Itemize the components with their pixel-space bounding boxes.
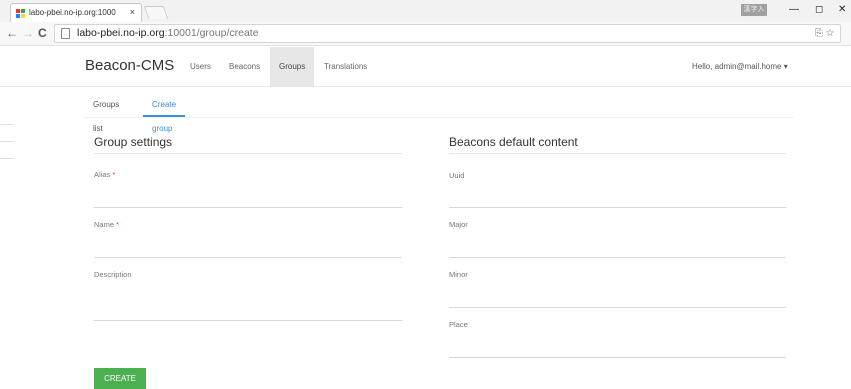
place-field[interactable] <box>449 357 786 358</box>
address-bar[interactable]: labo-pbei.no-ip.org:10001/group/create ⎘… <box>54 24 841 43</box>
uuid-field[interactable] <box>449 207 786 208</box>
divider <box>84 117 794 118</box>
brand-logo[interactable]: Beacon-CMS <box>85 57 174 74</box>
description-label: Description <box>94 270 132 279</box>
name-label: Name * <box>94 220 120 229</box>
divider <box>0 158 14 159</box>
url-path: :10001/group/create <box>164 27 259 39</box>
tab-groups-list[interactable]: Groups list <box>84 93 128 133</box>
minimize-icon[interactable]: — <box>789 4 799 15</box>
beacons-default-title: Beacons default content <box>449 135 578 149</box>
ime-badge: 漢字入力 <box>741 4 767 25</box>
back-arrow-icon[interactable]: ← <box>6 26 18 40</box>
favicon-icon <box>16 9 25 18</box>
description-field[interactable] <box>94 320 402 321</box>
required-mark: * <box>116 220 120 229</box>
create-button[interactable]: CREATE <box>94 368 146 389</box>
minor-label: Minor <box>449 270 468 279</box>
browser-titlebar: labo-pbei.no-ip.org:1000 × 漢字入力 — ◻ ✕ <box>0 0 851 25</box>
minor-field[interactable] <box>449 307 786 308</box>
user-menu[interactable]: Hello, admin@mail.home ▾ <box>692 47 788 87</box>
nav-beacons[interactable]: Beacons <box>220 47 269 87</box>
tab-title: labo-pbei.no-ip.org:1000 <box>29 8 116 17</box>
browser-toolbar: ← → C labo-pbei.no-ip.org:10001/group/cr… <box>0 22 851 46</box>
alias-field[interactable] <box>94 207 402 208</box>
divider <box>449 153 786 154</box>
forward-arrow-icon[interactable]: → <box>22 26 34 40</box>
tab-create-group[interactable]: Create group <box>143 93 186 133</box>
reload-icon[interactable]: C <box>38 26 47 40</box>
nav-users[interactable]: Users <box>181 47 220 87</box>
nav-groups[interactable]: Groups <box>270 47 315 87</box>
browser-tab[interactable]: labo-pbei.no-ip.org:1000 × <box>10 3 142 22</box>
app-navbar: Beacon-CMS Users Beacons Groups Translat… <box>0 47 851 87</box>
tab-close-icon[interactable]: × <box>130 4 135 21</box>
close-window-icon[interactable]: ✕ <box>838 4 846 15</box>
uuid-label: Uuid <box>449 171 465 180</box>
divider <box>0 124 14 125</box>
place-label: Place <box>449 320 468 329</box>
alias-label: Alias * <box>94 170 116 179</box>
url-host: labo-pbei.no-ip.org <box>77 27 165 39</box>
maximize-icon[interactable]: ◻ <box>815 4 823 15</box>
major-field[interactable] <box>449 257 786 258</box>
new-tab-button[interactable] <box>143 6 169 19</box>
name-field[interactable] <box>94 257 402 258</box>
nav-translations[interactable]: Translations <box>315 47 376 87</box>
bookmark-star-icon[interactable]: ⎘ ☆ <box>815 25 834 42</box>
required-mark: * <box>112 170 116 179</box>
divider <box>94 153 402 154</box>
group-settings-title: Group settings <box>94 135 173 149</box>
divider <box>0 141 14 142</box>
page-icon <box>61 28 70 39</box>
major-label: Major <box>449 220 468 229</box>
